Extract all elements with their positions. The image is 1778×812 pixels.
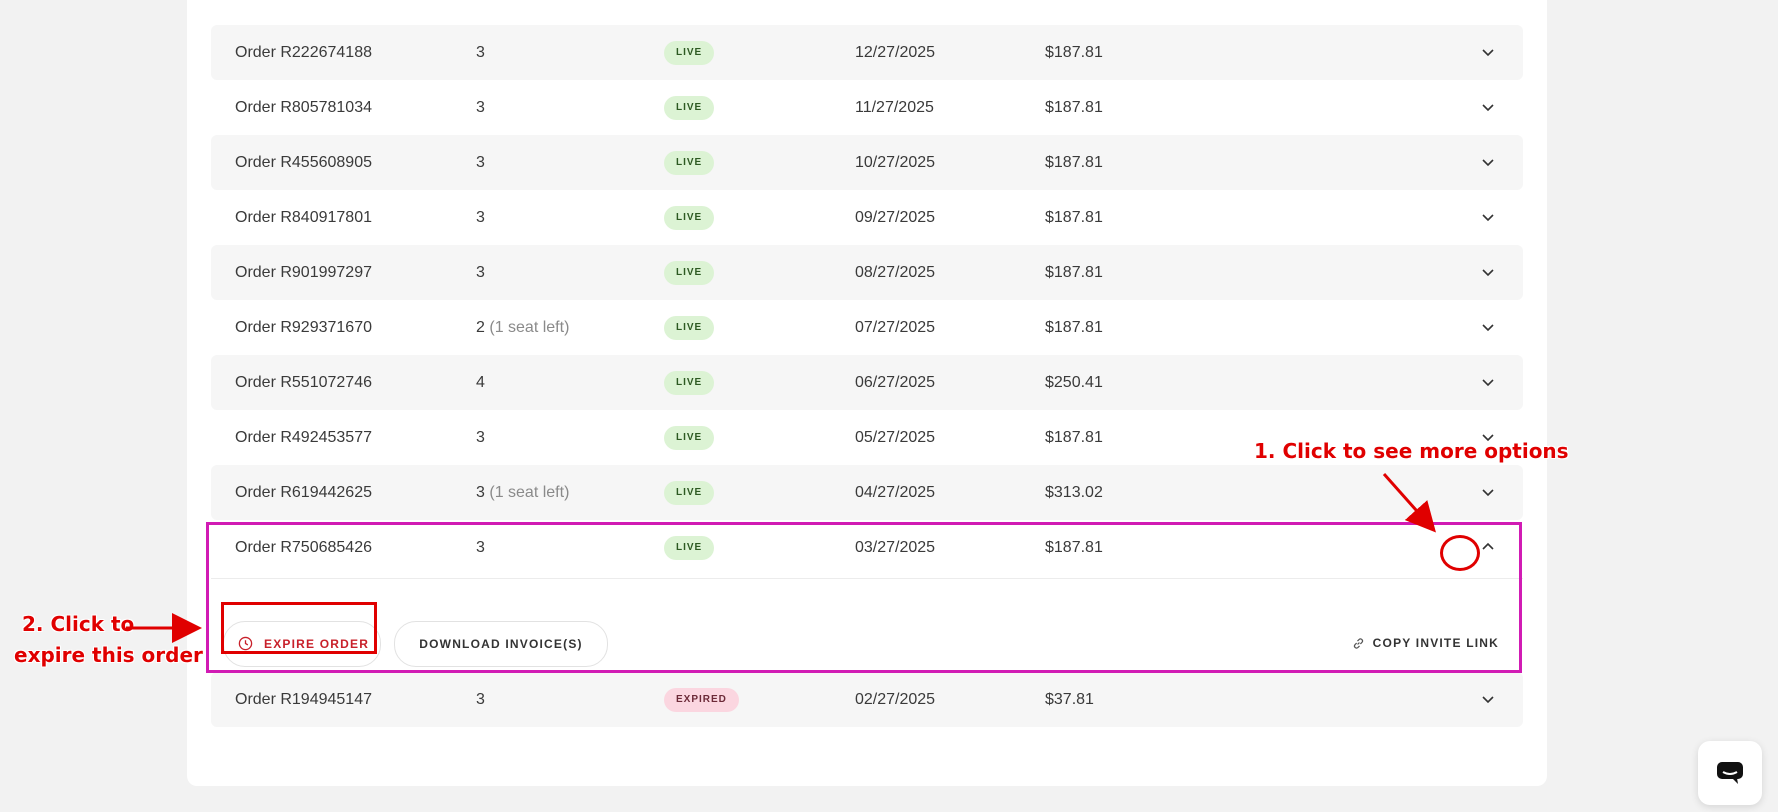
order-date: 12/27/2025 [855,44,936,61]
status-badge: LIVE [664,25,715,80]
order-date: 02/27/2025 [855,691,936,708]
order-price: $187.81 [1045,264,1103,281]
order-id: Order R551072746 [235,374,372,391]
order-row[interactable]: Order R222674188 3 LIVE 12/27/2025 $187.… [211,25,1523,80]
order-seats: 2 (1 seat left) [476,319,570,336]
order-price: $187.81 [1045,319,1103,336]
chat-button[interactable] [1698,741,1762,805]
order-row[interactable]: Order R805781034 3 LIVE 11/27/2025 $187.… [211,80,1523,135]
chevron-down-icon[interactable] [1479,373,1497,391]
order-id: Order R222674188 [235,44,372,61]
status-badge: LIVE [664,245,715,300]
chevron-down-icon[interactable] [1479,98,1497,116]
order-id: Order R492453577 [235,429,372,446]
status-badge: LIVE [664,465,715,520]
order-date: 09/27/2025 [855,209,936,226]
order-price: $187.81 [1045,209,1103,226]
status-badge: LIVE [664,135,715,190]
order-seats: 3 [476,209,485,226]
order-date: 11/27/2025 [855,99,934,116]
status-badge: EXPIRED [664,672,739,727]
order-seats: 3 [476,691,485,708]
order-id: Order R840917801 [235,209,372,226]
order-date: 07/27/2025 [855,319,936,336]
order-row[interactable]: Order R840917801 3 LIVE 09/27/2025 $187.… [211,190,1523,245]
order-id: Order R929371670 [235,319,372,336]
order-row[interactable]: Order R929371670 2 (1 seat left) LIVE 07… [211,300,1523,355]
status-badge: LIVE [664,410,715,465]
order-row[interactable]: Order R455608905 3 LIVE 10/27/2025 $187.… [211,135,1523,190]
order-row[interactable]: Order R901997297 3 LIVE 08/27/2025 $187.… [211,245,1523,300]
status-badge: LIVE [664,355,715,410]
order-seats: 3 (1 seat left) [476,484,570,501]
seats-left: (1 seat left) [489,319,570,336]
annotation-step2-line2: expire this order [14,643,203,667]
order-id: Order R194945147 [235,691,372,708]
seats-left: (1 seat left) [489,484,570,501]
order-date: 06/27/2025 [855,374,936,391]
chevron-down-icon[interactable] [1479,208,1497,226]
order-date: 04/27/2025 [855,484,936,501]
annotation-step2-line1: 2. Click to [22,612,135,636]
status-badge: LIVE [664,300,715,355]
order-price: $37.81 [1045,691,1094,708]
order-seats: 3 [476,99,485,116]
order-date: 10/27/2025 [855,154,936,171]
chevron-down-icon[interactable] [1479,318,1497,336]
order-id: Order R455608905 [235,154,372,171]
order-date: 05/27/2025 [855,429,936,446]
order-seats: 4 [476,374,485,391]
highlight-chevron [1440,535,1480,571]
order-price: $187.81 [1045,154,1103,171]
order-id: Order R901997297 [235,264,372,281]
order-price: $187.81 [1045,44,1103,61]
order-seats: 3 [476,44,485,61]
order-price: $313.02 [1045,484,1103,501]
order-seats: 3 [476,429,485,446]
order-date: 08/27/2025 [855,264,936,281]
status-badge: LIVE [664,190,715,245]
order-price: $187.81 [1045,429,1103,446]
highlight-expanded-order [206,522,1522,673]
chevron-down-icon[interactable] [1479,263,1497,281]
order-id: Order R619442625 [235,484,372,501]
chevron-down-icon[interactable] [1479,43,1497,61]
order-price: $187.81 [1045,99,1103,116]
order-seats: 3 [476,154,485,171]
chevron-down-icon[interactable] [1479,153,1497,171]
annotation-step1: 1. Click to see more options [1254,439,1569,463]
status-badge: LIVE [664,80,715,135]
order-id: Order R805781034 [235,99,372,116]
chevron-down-icon[interactable] [1479,483,1497,501]
chevron-down-icon[interactable] [1479,690,1497,708]
order-row[interactable]: Order R619442625 3 (1 seat left) LIVE 04… [211,465,1523,520]
order-seats: 3 [476,264,485,281]
highlight-expire-button [221,602,377,654]
order-row[interactable]: Order R194945147 3 EXPIRED 02/27/2025 $3… [211,672,1523,727]
chat-icon [1717,762,1743,784]
order-price: $250.41 [1045,374,1103,391]
order-row[interactable]: Order R551072746 4 LIVE 06/27/2025 $250.… [211,355,1523,410]
